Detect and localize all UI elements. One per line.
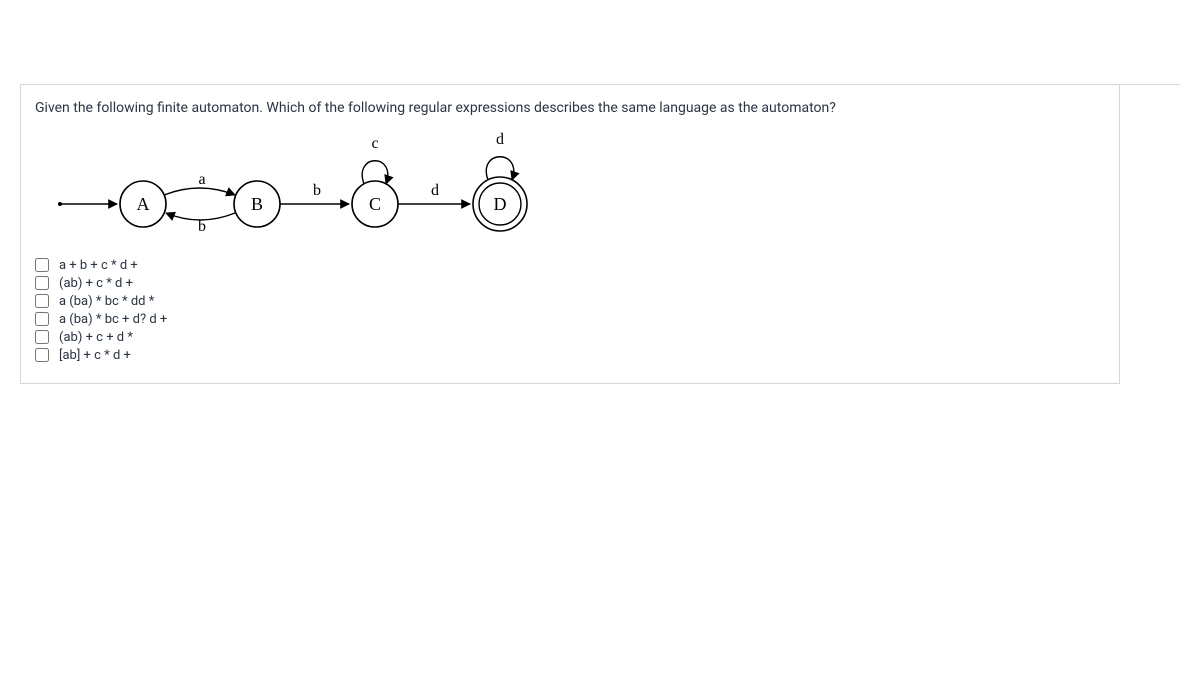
option-checkbox[interactable] (35, 276, 49, 290)
option-label: a + b + c * d + (59, 258, 138, 273)
question-prompt: Given the following finite automaton. Wh… (35, 99, 1105, 119)
option-label: a (ba) * bc * dd * (59, 294, 154, 309)
top-divider (20, 0, 1180, 85)
option-label: (ab) + c * d + (59, 276, 133, 291)
loop-d-label: d (496, 131, 504, 148)
option-label: a (ba) * bc + d? d + (59, 312, 167, 327)
option-row[interactable]: a (ba) * bc * dd * (35, 294, 1105, 309)
loop-c-label: c (371, 135, 378, 152)
option-label: [ab] + c * d + (59, 348, 131, 363)
state-a-label: A (137, 194, 150, 214)
option-row[interactable]: a + b + c * d + (35, 258, 1105, 273)
option-checkbox[interactable] (35, 294, 49, 308)
state-c-label: C (369, 194, 381, 214)
edge-b-a-label: b (198, 218, 206, 235)
option-checkbox[interactable] (35, 312, 49, 326)
question-container: Given the following finite automaton. Wh… (20, 85, 1120, 384)
option-row[interactable]: a (ba) * bc + d? d + (35, 312, 1105, 327)
options-list: a + b + c * d + (ab) + c * d + a (ba) * … (35, 258, 1105, 363)
state-b-label: B (251, 194, 263, 214)
option-row[interactable]: [ab] + c * d + (35, 348, 1105, 363)
state-d-label: D (494, 194, 507, 214)
finite-automaton-diagram: A a b B b C c d D (35, 131, 595, 246)
option-checkbox[interactable] (35, 330, 49, 344)
edge-c-d-label: d (431, 182, 439, 199)
option-checkbox[interactable] (35, 258, 49, 272)
edge-b-c-label: b (313, 182, 321, 199)
option-row[interactable]: (ab) + c * d + (35, 276, 1105, 291)
option-label: (ab) + c + d * (59, 330, 133, 345)
option-checkbox[interactable] (35, 348, 49, 362)
edge-a-b-label: a (198, 171, 205, 188)
option-row[interactable]: (ab) + c + d * (35, 330, 1105, 345)
